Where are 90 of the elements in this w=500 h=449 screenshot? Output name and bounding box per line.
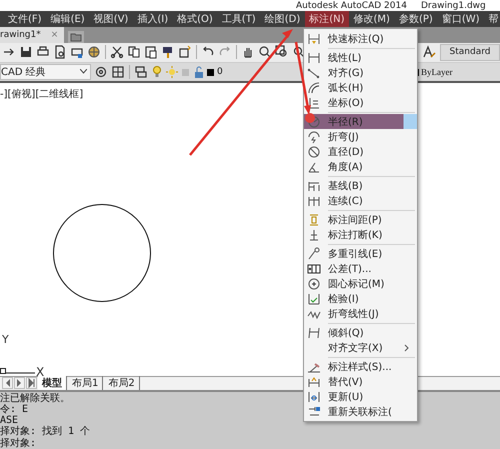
linetype-dropdown[interactable]: ByLayer xyxy=(421,66,452,76)
ucs-axis-icon xyxy=(0,368,36,376)
y-axis-label: Y xyxy=(1,332,9,346)
dimension-icon xyxy=(307,326,321,340)
menu-item[interactable]: 视图(V) xyxy=(90,11,132,27)
menu-item[interactable]: 文件(F) xyxy=(4,11,46,27)
command-line: 择对象: xyxy=(0,438,36,449)
menu-item[interactable]: 格式(O) xyxy=(173,11,217,27)
text-style-icon[interactable] xyxy=(422,45,436,60)
sun-icon xyxy=(166,64,178,78)
document-title: Drawing1.dwg xyxy=(420,0,486,11)
dimension-icon xyxy=(307,50,321,64)
menu-item[interactable]: 对齐(G) xyxy=(304,65,417,80)
center-mark-icon xyxy=(307,276,321,290)
document-tab[interactable]: rawing1* × xyxy=(0,26,64,43)
menu-item[interactable]: 基线(B) xyxy=(304,178,417,193)
menu-item[interactable]: 公差(T)... xyxy=(304,261,417,276)
viewport-label[interactable]: -][俯视][二维线框] xyxy=(0,86,84,101)
menu-item[interactable]: 倾斜(Q) xyxy=(304,325,417,340)
command-line: 择对象: 找到 1 个 xyxy=(0,426,90,438)
menu-item[interactable]: 折弯(J) xyxy=(304,129,417,144)
menu-item[interactable]: 编辑(E) xyxy=(46,11,89,27)
jogged-arc-icon xyxy=(307,130,321,144)
menu-item[interactable]: 角度(A) xyxy=(304,159,417,174)
leader-icon xyxy=(307,246,321,260)
x-axis-label: X xyxy=(36,364,44,379)
clipboard-icon[interactable] xyxy=(144,45,158,60)
next-icon[interactable] xyxy=(26,377,37,390)
dimension-icon xyxy=(307,228,321,242)
arc-icon xyxy=(307,80,321,94)
menu-item[interactable]: 修改(M) xyxy=(350,11,394,27)
tab-label: rawing1* xyxy=(0,30,41,40)
command-line: 注已解除关联。 xyxy=(0,392,70,404)
magnifier-icon[interactable] xyxy=(275,45,289,60)
menu-item[interactable]: 重新关联标注( xyxy=(304,404,417,419)
copy-icon[interactable] xyxy=(127,45,141,60)
previous-icon[interactable] xyxy=(14,377,25,390)
menu-item[interactable]: 窗口(W) xyxy=(438,11,484,27)
menu-item[interactable]: 帮 xyxy=(484,11,500,27)
menu-item[interactable]: 标注打断(K) xyxy=(304,227,417,242)
command-line: 令: E xyxy=(0,404,28,416)
menu-item[interactable]: 绘图(D) xyxy=(260,11,304,27)
dimension-icon xyxy=(307,374,321,388)
menu-item[interactable]: 更新(U) xyxy=(304,389,417,404)
menu-item[interactable]: 检验(I) xyxy=(304,291,417,306)
first-icon[interactable] xyxy=(2,377,13,390)
slashed-circle-icon xyxy=(307,144,321,158)
document-icon[interactable] xyxy=(53,45,67,60)
menu-item[interactable]: 连续(C) xyxy=(304,193,417,208)
brush-icon[interactable] xyxy=(161,45,175,60)
menu-item[interactable]: 插入(I) xyxy=(133,11,172,27)
command-line: ASE xyxy=(0,415,18,426)
menu-item[interactable]: 工具(T) xyxy=(218,11,260,27)
layers-icon[interactable] xyxy=(134,64,148,78)
workspace-dropdown[interactable]: CAD 经典 xyxy=(0,64,91,80)
text-style-dropdown[interactable]: Standard xyxy=(440,44,500,61)
menu-item[interactable]: 弧长(H) xyxy=(304,80,417,95)
bulb-icon xyxy=(151,64,163,78)
dimension-icon xyxy=(307,404,321,418)
padlock-icon xyxy=(194,64,204,78)
dimension-icon xyxy=(307,212,321,226)
app-title: Autodesk AutoCAD 2014 xyxy=(296,0,407,11)
grid-icon[interactable] xyxy=(111,64,125,78)
layout-tab[interactable]: 模型 xyxy=(38,376,67,390)
magnifier-icon[interactable] xyxy=(258,45,272,60)
scissors-icon[interactable] xyxy=(110,45,124,60)
menu-item[interactable]: 线性(L) xyxy=(304,50,417,65)
menu-item[interactable]: 坐标(O) xyxy=(304,95,417,110)
tolerance-icon xyxy=(307,262,321,276)
highlight-dot xyxy=(305,113,315,123)
menu-item[interactable]: 折弯线性(J) xyxy=(304,306,417,321)
ordinate-icon xyxy=(307,96,321,110)
menu-item[interactable]: 对齐文字(X) xyxy=(304,340,417,355)
menu-item[interactable]: 标注样式(S)... xyxy=(304,359,417,374)
menu-item[interactable]: 参数(P) xyxy=(394,11,437,27)
dimension-icon xyxy=(307,32,321,46)
circle-icon xyxy=(307,114,321,128)
menu-item[interactable]: 替代(V) xyxy=(304,374,417,389)
menu-item[interactable]: 直径(D) xyxy=(304,144,417,159)
menu-item[interactable]: 标注(N) xyxy=(305,11,349,27)
menu-item[interactable]: 圆心标记(M) xyxy=(304,276,417,291)
check-icon xyxy=(307,292,321,306)
menu-item[interactable]: 标注间距(P) xyxy=(304,212,417,227)
menu-item[interactable]: 快速标注(Q) xyxy=(304,31,417,46)
dimension-icon xyxy=(307,390,321,404)
caret-icon xyxy=(80,69,87,74)
globe-icon[interactable] xyxy=(87,45,101,60)
layer-name: 0 xyxy=(217,66,223,76)
floppy-icon[interactable] xyxy=(19,45,33,60)
menu-item[interactable]: 多重引线(E) xyxy=(304,246,417,261)
